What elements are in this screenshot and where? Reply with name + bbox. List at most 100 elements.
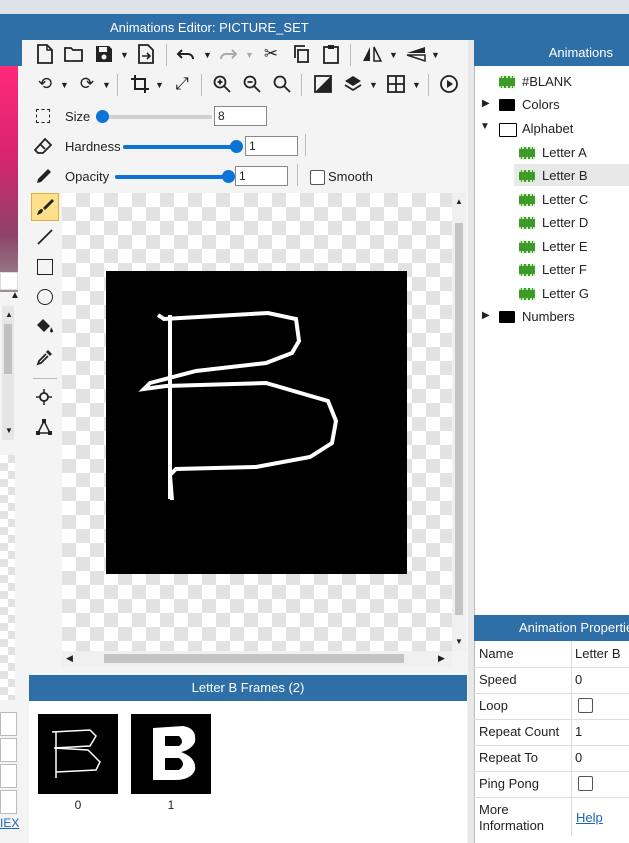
- scroll-down-icon[interactable]: ▼: [455, 637, 463, 646]
- window-title: Animations Editor: PICTURE_SET: [110, 20, 309, 35]
- fill-bucket-icon[interactable]: [35, 317, 55, 338]
- paste-icon[interactable]: [319, 42, 343, 66]
- brush-tool-button[interactable]: [31, 193, 59, 221]
- eraser-icon[interactable]: [33, 137, 53, 158]
- tree-item-letter[interactable]: Letter C: [542, 189, 588, 211]
- export-icon[interactable]: [134, 42, 158, 66]
- color-list-scrollbar[interactable]: ▲ ▼: [2, 306, 14, 440]
- tree-item-letter[interactable]: Letter A: [542, 142, 587, 164]
- size-input[interactable]: 8: [214, 106, 267, 126]
- save-dropdown-icon[interactable]: ▼: [120, 50, 129, 60]
- open-folder-icon[interactable]: [62, 42, 86, 66]
- expand-colors-icon[interactable]: ▶: [482, 98, 490, 109]
- help-link[interactable]: Help: [576, 810, 603, 825]
- copy-icon[interactable]: [289, 42, 313, 66]
- rotate-left-icon[interactable]: ⟲: [33, 72, 57, 96]
- rotate-left-dropdown-icon[interactable]: ▼: [60, 80, 69, 90]
- target-icon[interactable]: [36, 389, 52, 408]
- redo-icon: [216, 42, 240, 66]
- expand-numbers-icon[interactable]: ▶: [482, 310, 490, 321]
- smooth-checkbox[interactable]: [310, 170, 325, 185]
- frame-thumbnail[interactable]: [131, 714, 211, 794]
- film-icon: [519, 170, 535, 182]
- property-row-speed: Speed 0: [474, 667, 629, 694]
- play-icon[interactable]: [437, 72, 461, 96]
- property-value[interactable]: 0: [575, 672, 582, 687]
- tree-item-blank[interactable]: #BLANK: [522, 71, 572, 93]
- zoom-fit-icon[interactable]: [270, 72, 294, 96]
- canvas-horizontal-scrollbar[interactable]: ◀ ▶: [62, 651, 452, 667]
- tree-item-colors[interactable]: Colors: [522, 94, 560, 116]
- tree-item-letter[interactable]: Letter F: [542, 259, 587, 281]
- frame-thumbnail[interactable]: [38, 714, 118, 794]
- layers-icon[interactable]: [341, 72, 365, 96]
- property-value[interactable]: 1: [575, 724, 582, 739]
- new-file-icon[interactable]: [33, 42, 57, 66]
- color-field-r[interactable]: [0, 712, 17, 736]
- loop-checkbox[interactable]: [578, 698, 593, 713]
- flip-v-dropdown-icon[interactable]: ▼: [431, 50, 440, 60]
- scroll-right-icon[interactable]: ▶: [438, 653, 445, 664]
- hardness-input[interactable]: 1: [245, 136, 298, 156]
- zoom-out-icon[interactable]: [240, 72, 264, 96]
- selection-icon[interactable]: [36, 109, 50, 123]
- hex-link[interactable]: IEX: [0, 816, 19, 830]
- property-value[interactable]: Letter B: [575, 646, 621, 661]
- rotate-right-icon[interactable]: ⟳: [75, 72, 99, 96]
- tree-item-letter[interactable]: Letter B: [542, 165, 588, 187]
- flip-h-dropdown-icon[interactable]: ▼: [389, 50, 398, 60]
- grid-icon[interactable]: [384, 72, 408, 96]
- film-icon: [499, 76, 515, 88]
- undo-icon[interactable]: [174, 42, 198, 66]
- tree-item-numbers[interactable]: Numbers: [522, 306, 575, 328]
- grid-dropdown-icon[interactable]: ▼: [412, 80, 421, 90]
- size-slider-handle[interactable]: [96, 110, 109, 123]
- zoom-in-icon[interactable]: [210, 72, 234, 96]
- invert-icon[interactable]: [311, 72, 335, 96]
- flip-vertical-icon[interactable]: [404, 42, 428, 66]
- tree-item-alphabet[interactable]: Alphabet: [522, 118, 573, 140]
- collapse-alphabet-icon[interactable]: ▼: [480, 121, 490, 132]
- color-gradient-picker[interactable]: [0, 66, 18, 292]
- hardness-slider-handle[interactable]: [230, 140, 243, 153]
- tree-item-letter[interactable]: Letter E: [542, 236, 588, 258]
- pencil-icon[interactable]: [35, 167, 53, 188]
- color-field-g[interactable]: [0, 738, 17, 762]
- opacity-input[interactable]: 1: [235, 166, 288, 186]
- canvas-vertical-scrollbar[interactable]: ▲ ▼: [452, 193, 466, 651]
- folder-open-icon: [499, 123, 517, 137]
- polygon-tool-icon[interactable]: [35, 418, 53, 439]
- tree-item-letter[interactable]: Letter D: [542, 212, 588, 234]
- opacity-slider-handle[interactable]: [222, 170, 235, 183]
- film-icon: [519, 264, 535, 276]
- animations-header: Animations: [474, 40, 629, 66]
- undo-dropdown-icon[interactable]: ▼: [203, 50, 212, 60]
- size-slider-track[interactable]: [96, 115, 212, 119]
- layers-dropdown-icon[interactable]: ▼: [369, 80, 378, 90]
- flip-horizontal-icon[interactable]: [360, 42, 384, 66]
- save-icon[interactable]: [92, 42, 116, 66]
- scroll-up-icon[interactable]: ▲: [5, 310, 13, 319]
- eyedropper-icon[interactable]: [36, 348, 54, 369]
- triangle-up-icon[interactable]: ▲: [10, 290, 20, 301]
- rotate-right-dropdown-icon[interactable]: ▼: [102, 80, 111, 90]
- scroll-down-icon[interactable]: ▼: [5, 426, 13, 435]
- rectangle-tool-icon[interactable]: [37, 259, 53, 275]
- smooth-label: Smooth: [328, 169, 373, 184]
- property-value[interactable]: 0: [575, 750, 582, 765]
- color-field-b[interactable]: [0, 764, 17, 788]
- scroll-up-icon[interactable]: ▲: [455, 197, 463, 206]
- color-field-a[interactable]: [0, 790, 17, 814]
- resize-icon[interactable]: ⤢: [170, 72, 194, 96]
- cut-icon[interactable]: ✂: [259, 42, 283, 66]
- artboard[interactable]: [106, 271, 407, 574]
- ping-pong-checkbox[interactable]: [578, 776, 593, 791]
- browser-tab-strip: [0, 0, 629, 14]
- line-tool-icon[interactable]: [36, 228, 54, 249]
- crop-icon[interactable]: [128, 72, 152, 96]
- crop-dropdown-icon[interactable]: ▼: [155, 80, 164, 90]
- ellipse-tool-icon[interactable]: [37, 289, 53, 305]
- scroll-left-icon[interactable]: ◀: [66, 653, 73, 664]
- color-swatch[interactable]: [0, 272, 18, 290]
- tree-item-letter[interactable]: Letter G: [542, 283, 589, 305]
